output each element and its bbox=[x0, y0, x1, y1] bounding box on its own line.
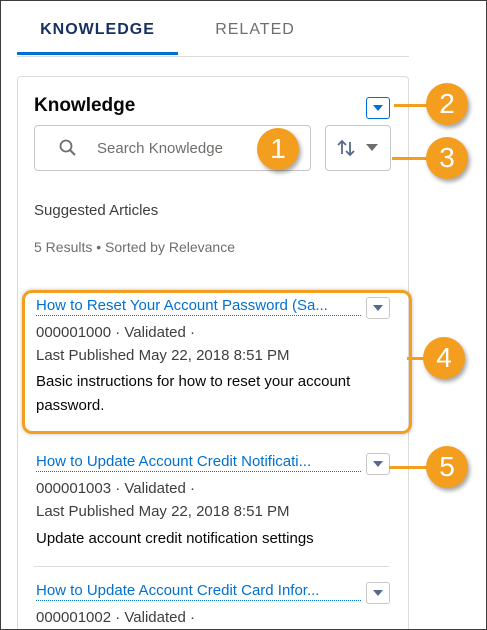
article-published: Last Published May 22, 2018 8:51 PM bbox=[36, 347, 290, 364]
article-title-link[interactable]: How to Update Account Credit Notificati.… bbox=[36, 453, 361, 472]
callout-2: 2 bbox=[426, 83, 468, 125]
chevron-down-icon bbox=[373, 461, 383, 467]
callout-5: 5 bbox=[426, 446, 468, 488]
article-divider bbox=[34, 566, 389, 567]
callout-3: 3 bbox=[426, 137, 468, 179]
article-summary: Basic instructions for how to reset your… bbox=[36, 373, 351, 414]
article-number-status: 000001002 · Validated · bbox=[36, 609, 196, 626]
chevron-down-icon bbox=[366, 144, 378, 151]
article-published: Last Published May 22, 2018 8:51 PM bbox=[36, 503, 290, 520]
card-menu-button[interactable] bbox=[366, 97, 390, 119]
callout-4: 4 bbox=[423, 337, 465, 379]
card-title: Knowledge bbox=[34, 95, 136, 116]
article-menu-button[interactable] bbox=[366, 453, 390, 475]
article-number-status: 000001003 · Validated · bbox=[36, 480, 196, 497]
callout-1: 1 bbox=[257, 128, 299, 170]
article-number-status: 000001000 · Validated · bbox=[36, 324, 196, 341]
suggested-articles-heading: Suggested Articles bbox=[34, 202, 159, 219]
results-summary: 5 Results • Sorted by Relevance bbox=[34, 239, 236, 255]
chevron-down-icon bbox=[373, 105, 383, 111]
tab-bar: KNOWLEDGE RELATED bbox=[17, 1, 409, 57]
search-icon bbox=[59, 139, 76, 156]
article-summary: Update account credit notification setti… bbox=[36, 530, 314, 547]
callout-connector bbox=[389, 466, 431, 469]
knowledge-card: Knowledge Search Knowledge Suggested Art… bbox=[17, 76, 409, 629]
sort-button[interactable] bbox=[325, 125, 391, 171]
active-tab-indicator bbox=[17, 52, 178, 55]
article-menu-button[interactable] bbox=[366, 582, 390, 604]
chevron-down-icon bbox=[373, 590, 383, 596]
tab-knowledge[interactable]: KNOWLEDGE bbox=[17, 21, 178, 55]
screenshot-frame: KNOWLEDGE RELATED Knowledge Search Knowl… bbox=[0, 0, 487, 630]
search-placeholder: Search Knowledge bbox=[97, 140, 223, 157]
article-title-link[interactable]: How to Update Account Credit Card Infor.… bbox=[36, 582, 361, 601]
sort-icon bbox=[337, 139, 355, 157]
tab-related[interactable]: RELATED bbox=[205, 21, 305, 55]
chevron-down-icon bbox=[373, 305, 383, 311]
article-menu-button[interactable] bbox=[366, 297, 390, 319]
article-title-link[interactable]: How to Reset Your Account Password (Sa..… bbox=[36, 297, 361, 316]
